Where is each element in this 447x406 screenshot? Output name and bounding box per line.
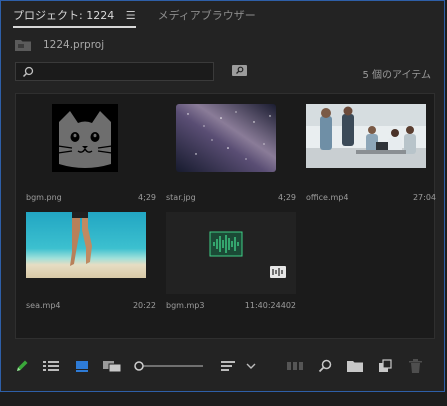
search-input[interactable] [38,64,212,81]
item-name: office.mp4 [306,193,349,202]
cat-face-icon [52,104,118,172]
media-item-office-mp4[interactable]: office.mp4 27:04 [306,104,436,210]
thumbnail [306,104,436,186]
thumbnail [26,212,156,294]
audio-badge-icon [270,266,286,278]
item-duration: 4;29 [138,193,156,202]
thumbnail [166,212,296,294]
new-item-icon[interactable] [378,359,392,373]
audio-waveform-icon [166,212,296,294]
automate-sequence-icon[interactable] [287,359,303,373]
item-duration: 20:22 [132,301,156,310]
icon-view-icon[interactable] [75,359,89,373]
item-name: star.jpg [166,193,196,202]
search-box[interactable] [15,62,214,81]
pencil-icon[interactable] [15,359,29,373]
thumbnail [166,104,296,186]
tab-project-label: プロジェクト: 1224 [13,9,115,22]
media-item-sea-mp4[interactable]: sea.mp4 20:22 [26,212,156,318]
media-item-bgm-mp3[interactable]: bgm.mp3 11:40:24402 [166,212,296,318]
beach-sea-image [26,212,146,278]
media-item-star-jpg[interactable]: star.jpg 4;29 [166,104,296,210]
list-view-icon[interactable] [43,359,59,373]
item-duration: 4;29 [278,193,296,202]
item-name: sea.mp4 [26,301,61,310]
office-meeting-image [306,104,426,168]
item-duration: 11:40:24402 [244,301,296,310]
project-panel: プロジェクト: 1224 ☰ メディアブラウザー 1224.prproj 5 個… [0,0,445,392]
trash-icon[interactable] [409,359,422,373]
project-file-name: 1224.prproj [43,39,105,51]
new-bin-icon[interactable] [347,359,363,373]
chevron-down-icon[interactable] [245,359,257,373]
tab-media-browser[interactable]: メディアブラウザー [158,5,256,25]
sort-icon[interactable] [221,359,235,373]
starry-sky-image [176,104,276,172]
find-image-icon[interactable] [232,65,247,76]
item-name: bgm.mp3 [166,301,205,310]
bottom-toolbar [1,353,446,381]
media-grid: bgm.png 4;29 star.jpg 4;29 office.mp4 27… [15,93,436,339]
freeform-view-icon[interactable] [103,359,123,373]
item-count: 5 個のアイテム [362,70,431,81]
tab-project[interactable]: プロジェクト: 1224 ☰ [13,5,136,28]
project-file-row: 1224.prproj [15,37,104,53]
hamburger-menu-icon[interactable]: ☰ [126,9,136,22]
item-name: bgm.png [26,193,62,202]
panel-tabs: プロジェクト: 1224 ☰ メディアブラウザー [13,5,278,28]
media-item-bgm-png[interactable]: bgm.png 4;29 [26,104,156,210]
find-icon[interactable] [318,359,332,373]
item-duration: 27:04 [412,193,436,202]
search-icon [22,66,34,78]
tab-media-browser-label: メディアブラウザー [157,9,256,22]
thumbnail [26,104,156,186]
zoom-slider[interactable] [133,359,205,373]
project-folder-icon [15,40,31,51]
